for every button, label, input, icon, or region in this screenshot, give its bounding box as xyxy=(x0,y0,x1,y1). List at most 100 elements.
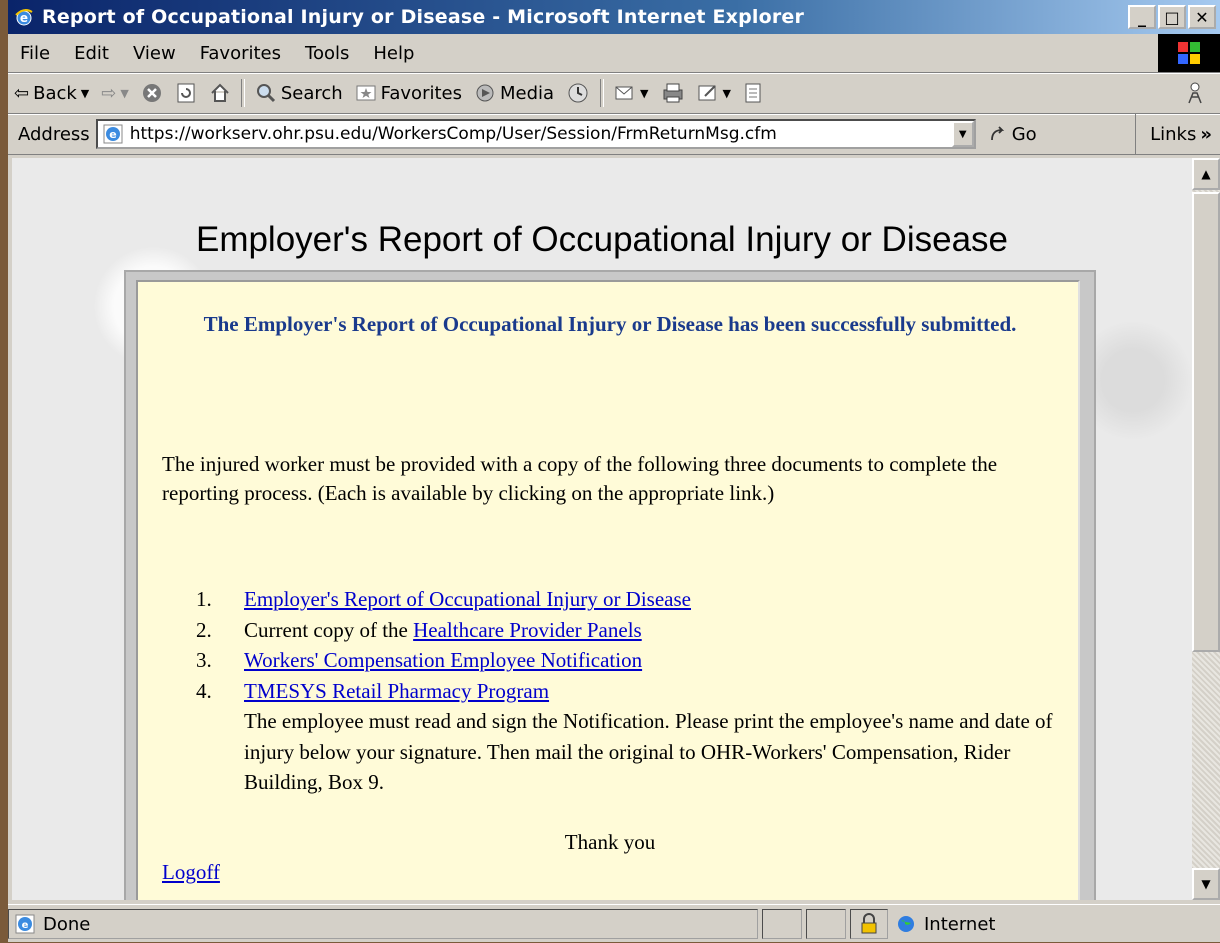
list-number: 4. xyxy=(196,678,212,703)
favorites-star-icon xyxy=(356,85,376,101)
scrollbar-thumb[interactable] xyxy=(1192,192,1220,652)
vertical-scrollbar[interactable]: ▲ ▼ xyxy=(1192,158,1220,900)
edit-dropdown-icon[interactable]: ▼ xyxy=(723,87,731,100)
address-url: https://workserv.ohr.psu.edu/WorkersComp… xyxy=(129,124,777,144)
status-text-panel: e Done xyxy=(8,909,758,939)
browser-window: e Report of Occupational Injury or Disea… xyxy=(8,0,1220,942)
window-title: Report of Occupational Injury or Disease… xyxy=(42,6,805,28)
list-item: 3. Workers' Compensation Employee Notifi… xyxy=(196,645,1056,676)
go-arrow-icon xyxy=(990,126,1004,141)
toolbar-separator xyxy=(600,79,605,107)
list-prefix-text: Current copy of the xyxy=(244,617,414,642)
healthcare-provider-panels-link[interactable]: Healthcare Provider Panels xyxy=(413,618,642,642)
forward-arrow-icon: ⇨ xyxy=(101,82,117,104)
chevron-right-icon[interactable]: » xyxy=(1200,124,1212,145)
search-label: Search xyxy=(280,82,343,104)
instructions-paragraph: The injured worker must be provided with… xyxy=(162,452,998,505)
edit-page-icon xyxy=(698,85,716,101)
menu-file[interactable]: File xyxy=(8,43,62,64)
mail-icon xyxy=(615,86,633,100)
mail-button[interactable]: ▼ xyxy=(608,82,654,104)
svg-text:e: e xyxy=(20,11,28,25)
status-progress-cell xyxy=(762,909,802,939)
refresh-icon xyxy=(177,83,195,103)
status-cell xyxy=(806,909,846,939)
lock-icon xyxy=(861,913,877,934)
success-message: The Employer's Report of Occupational In… xyxy=(203,312,1017,336)
address-dropdown-button[interactable]: ▼ xyxy=(951,121,974,147)
address-input[interactable]: e https://workserv.ohr.psu.edu/WorkersCo… xyxy=(95,119,976,149)
refresh-button[interactable] xyxy=(169,82,203,104)
documents-list: 1. Employer's Report of Occupational Inj… xyxy=(196,584,1056,798)
back-button[interactable]: ⇦ Back ▼ xyxy=(8,83,95,104)
forward-dropdown-icon[interactable]: ▼ xyxy=(120,87,128,100)
page-content: Employer's Report of Occupational Injury… xyxy=(12,158,1192,900)
media-button[interactable]: Media xyxy=(468,82,560,104)
search-icon xyxy=(256,84,275,103)
list-item: 4. TMESYS Retail Pharmacy Program The em… xyxy=(196,676,1056,798)
search-button[interactable]: Search xyxy=(249,82,349,104)
ie-logo-icon: e xyxy=(12,5,36,29)
history-button[interactable] xyxy=(560,81,596,105)
media-icon xyxy=(476,84,494,102)
close-button[interactable]: ✕ xyxy=(1188,5,1216,29)
windows-logo-icon xyxy=(1158,34,1220,72)
back-arrow-icon: ⇦ xyxy=(14,82,30,104)
security-zone[interactable]: Internet xyxy=(888,914,1192,935)
scroll-down-button[interactable]: ▼ xyxy=(1192,868,1220,900)
toolbar-separator xyxy=(240,79,245,107)
menu-edit[interactable]: Edit xyxy=(62,43,121,64)
svg-text:e: e xyxy=(22,920,29,931)
scroll-up-button[interactable]: ▲ xyxy=(1192,158,1220,190)
menu-favorites[interactable]: Favorites xyxy=(188,43,293,64)
page-done-icon: e xyxy=(15,914,35,934)
mail-dropdown-icon[interactable]: ▼ xyxy=(640,87,648,100)
printer-icon xyxy=(663,83,683,103)
forward-button[interactable]: ⇨ ▼ xyxy=(95,83,135,104)
messenger-button[interactable] xyxy=(1178,81,1220,105)
home-icon xyxy=(211,83,229,102)
employee-notification-link[interactable]: Workers' Compensation Employee Notificat… xyxy=(244,648,642,672)
message-panel: The Employer's Report of Occupational In… xyxy=(136,280,1080,900)
back-dropdown-icon[interactable]: ▼ xyxy=(81,87,89,100)
list-item: 2. Current copy of the Healthcare Provid… xyxy=(196,615,1056,646)
menu-tools[interactable]: Tools xyxy=(293,43,361,64)
list-number: 1. xyxy=(196,587,212,611)
stop-button[interactable] xyxy=(135,82,169,104)
menu-help[interactable]: Help xyxy=(361,43,426,64)
status-text: Done xyxy=(43,913,91,935)
page-title: Employer's Report of Occupational Injury… xyxy=(195,220,1009,259)
favorites-label: Favorites xyxy=(380,82,462,104)
pharmacy-program-link[interactable]: TMESYS Retail Pharmacy Program xyxy=(244,679,549,703)
list-item: 1. Employer's Report of Occupational Inj… xyxy=(196,584,1056,615)
discuss-button[interactable] xyxy=(737,82,769,104)
logoff-link[interactable]: Logoff xyxy=(162,860,220,885)
go-label: Go xyxy=(1011,123,1037,145)
history-icon xyxy=(568,83,588,103)
maximize-button[interactable]: □ xyxy=(1158,5,1186,29)
edit-button[interactable]: ▼ xyxy=(691,82,737,104)
go-button[interactable]: Go xyxy=(988,124,1037,145)
menu-bar: File Edit View Favorites Tools Help xyxy=(8,34,1220,73)
employer-report-link[interactable]: Employer's Report of Occupational Injury… xyxy=(244,587,691,611)
list-number: 2. xyxy=(196,617,212,642)
home-button[interactable] xyxy=(203,82,237,104)
favorites-button[interactable]: Favorites xyxy=(349,82,468,104)
status-bar: e Done Internet xyxy=(8,904,1220,943)
messenger-person-icon xyxy=(1188,82,1202,104)
minimize-button[interactable]: _ xyxy=(1128,5,1156,29)
title-bar[interactable]: e Report of Occupational Injury or Disea… xyxy=(8,0,1220,34)
secure-lock-cell[interactable] xyxy=(850,909,888,939)
zone-label: Internet xyxy=(924,913,996,935)
menu-view[interactable]: View xyxy=(121,43,188,64)
document-icon xyxy=(745,83,761,103)
print-button[interactable] xyxy=(655,82,691,104)
signature-instructions: The employee must read and sign the Noti… xyxy=(244,709,1053,794)
address-bar: Address e https://workserv.ohr.psu.edu/W… xyxy=(8,114,1220,155)
page-globe-icon: e xyxy=(103,124,123,144)
thank-you-text: Thank you xyxy=(564,830,656,854)
stop-icon xyxy=(142,84,161,102)
back-label: Back xyxy=(33,82,77,104)
links-label: Links xyxy=(1150,123,1197,145)
links-toolbar[interactable]: Links » xyxy=(1135,114,1220,154)
